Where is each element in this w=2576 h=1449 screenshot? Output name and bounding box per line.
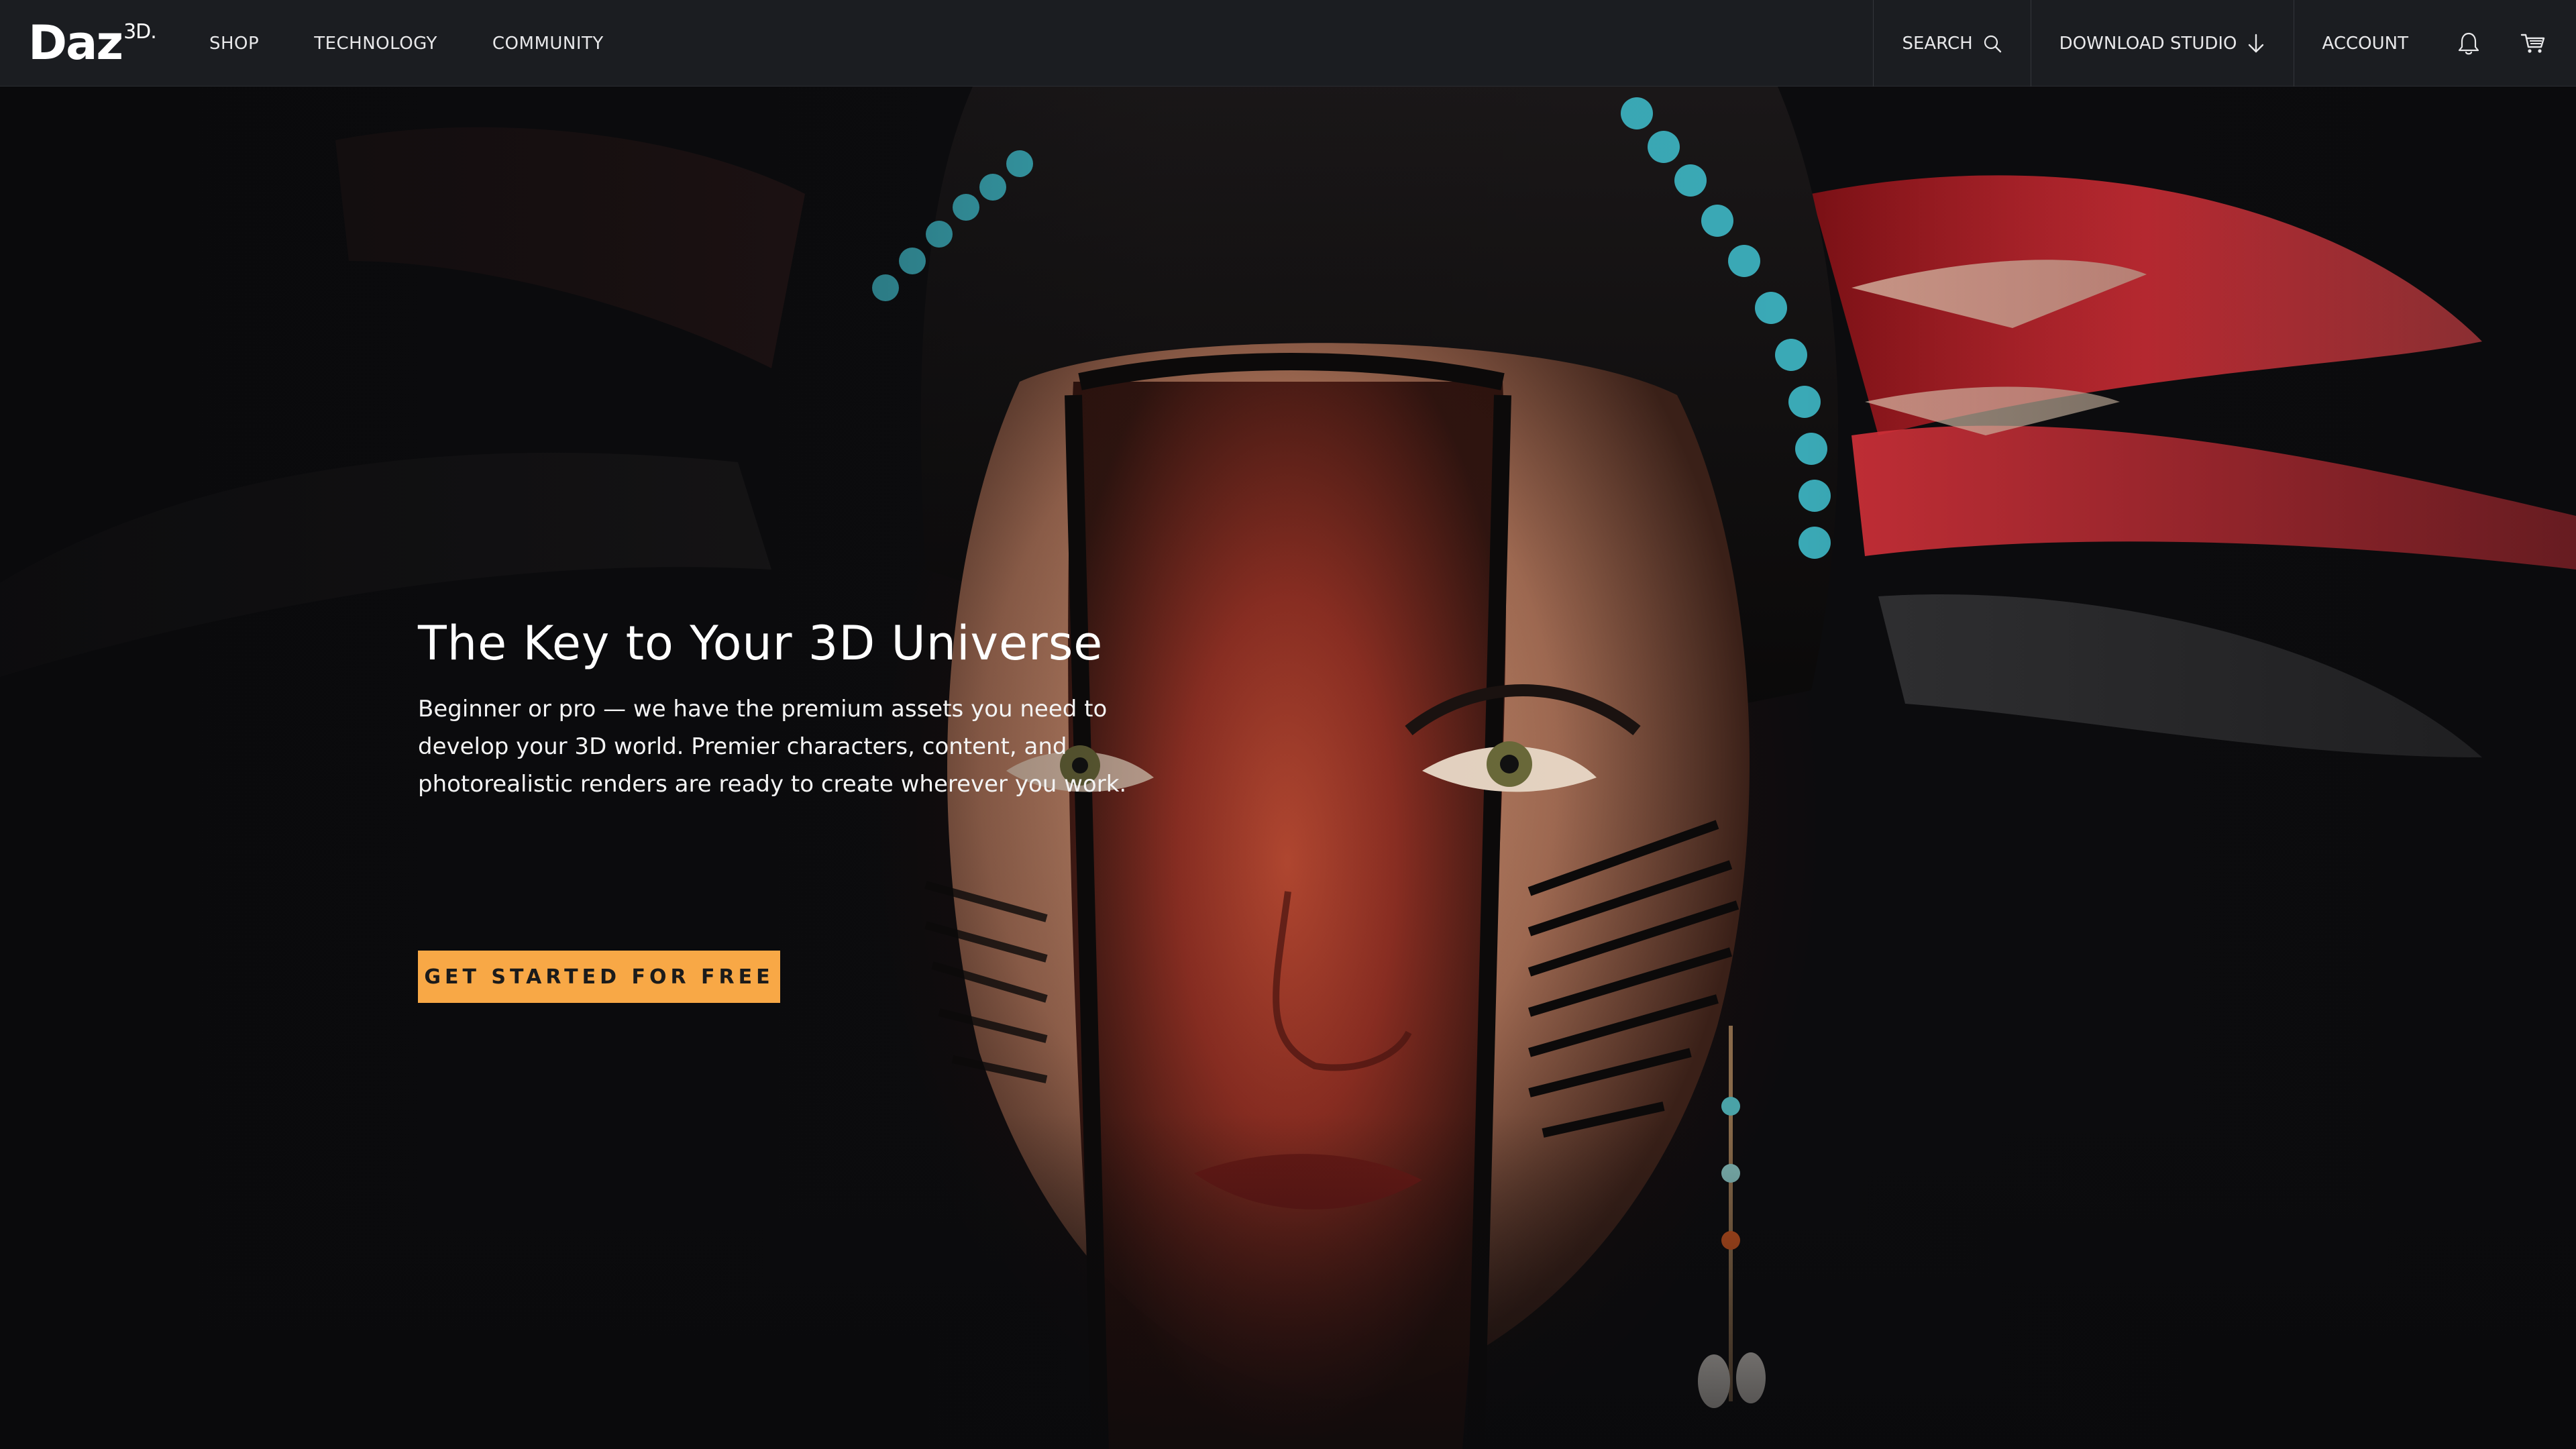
nav-technology[interactable]: TECHNOLOGY: [314, 34, 437, 54]
daz3d-logo[interactable]: Daz 3D.: [28, 15, 157, 71]
hero-title: The Key to Your 3D Universe: [418, 616, 1104, 671]
utility-nav: SEARCH DOWNLOAD STUDIO ACCOUNT: [1873, 0, 2576, 87]
get-started-button[interactable]: GET STARTED FOR FREE: [418, 951, 780, 1003]
site-header: Daz 3D. SHOP TECHNOLOGY COMMUNITY SEARCH…: [0, 0, 2576, 87]
hero-copy: The Key to Your 3D Universe Beginner or …: [418, 611, 1196, 803]
account-button[interactable]: ACCOUNT: [2293, 0, 2436, 87]
bell-icon: [2457, 31, 2481, 56]
account-label: ACCOUNT: [2322, 33, 2408, 54]
search-button[interactable]: SEARCH: [1873, 0, 2030, 87]
arrow-down-icon: [2247, 33, 2265, 54]
hero-section: The Key to Your 3D Universe Beginner or …: [0, 87, 2576, 1449]
download-studio-label: DOWNLOAD STUDIO: [2059, 33, 2237, 54]
hero-description: Beginner or pro — we have the premium as…: [418, 696, 1127, 798]
logo-wordmark: Daz: [28, 15, 123, 70]
primary-nav: SHOP TECHNOLOGY COMMUNITY: [209, 0, 604, 87]
nav-community[interactable]: COMMUNITY: [492, 34, 604, 54]
logo-superscript: 3D.: [123, 20, 157, 44]
search-label: SEARCH: [1902, 33, 1973, 54]
notifications-button[interactable]: [2436, 0, 2501, 87]
cart-button[interactable]: [2501, 0, 2565, 87]
download-studio-button[interactable]: DOWNLOAD STUDIO: [2030, 0, 2294, 87]
cart-icon: [2520, 32, 2546, 55]
nav-shop[interactable]: SHOP: [209, 34, 259, 54]
hero-character-image: [0, 87, 2576, 1449]
search-icon: [1982, 34, 2002, 54]
